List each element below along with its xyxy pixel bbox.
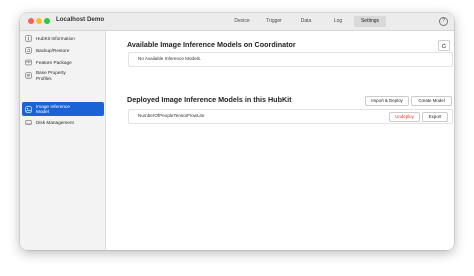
export-button[interactable]: Export [422,112,448,122]
sidebar-item-disk-management[interactable]: Disk Management [22,118,104,127]
refresh-button[interactable] [438,40,450,51]
tab-trigger[interactable]: Trigger [258,16,290,27]
available-models-title: Available Image Inference Models on Coor… [127,40,296,49]
undeploy-button[interactable]: Undeploy [389,112,420,122]
sidebar: HubKit Information Backup/Restore Featur… [20,31,106,250]
sidebar-item-base-property-profiles[interactable]: Base Property Profiles [22,69,104,82]
deployed-models-title: Deployed Image Inference Models in this … [127,95,292,104]
sidebar-item-hubkit-information[interactable]: HubKit Information [22,34,104,43]
tab-data[interactable]: Data [290,16,322,27]
disk-icon [25,120,32,125]
sidebar-item-label: Backup/Restore [36,48,70,53]
app-window: Localhost Demo Device Trigger Data Log S… [20,13,454,250]
create-model-button[interactable]: Create Model [411,96,452,106]
available-models-panel: No Available Inference Models. [128,52,453,67]
tab-bar: Device Trigger Data Log Settings [226,16,386,27]
tab-settings[interactable]: Settings [354,16,386,27]
sidebar-item-label: Feature Package [36,60,72,65]
info-icon [25,35,32,42]
sidebar-item-label: Disk Management [36,120,74,125]
minimize-window-button[interactable] [36,18,42,24]
sidebar-item-label: Image Inference Model [36,103,70,115]
refresh-icon [441,42,447,48]
import-deploy-button[interactable]: Import & Deploy [365,96,409,106]
close-window-button[interactable] [28,18,34,24]
sidebar-item-label: Base Property Profiles [36,70,66,81]
model-name: NumberOfPeopleTensorFlowLite [138,113,205,118]
profile-icon [25,72,32,79]
sidebar-item-label: HubKit Information [36,36,75,41]
main-content: Available Image Inference Models on Coor… [106,31,454,250]
backup-icon [25,47,32,54]
image-model-icon [25,105,32,113]
deployed-model-row: NumberOfPeopleTensorFlowLite Undeploy Ex… [128,109,453,124]
window-title: Localhost Demo [56,16,105,23]
tab-log[interactable]: Log [322,16,354,27]
package-icon [25,59,32,66]
sidebar-item-backup-restore[interactable]: Backup/Restore [22,46,104,55]
zoom-window-button[interactable] [44,18,50,24]
help-button[interactable]: ? [439,17,448,26]
sidebar-item-feature-package[interactable]: Feature Package [22,58,104,67]
title-bar: Localhost Demo Device Trigger Data Log S… [20,13,454,31]
empty-state-text: No Available Inference Models. [138,56,202,61]
tab-device[interactable]: Device [226,16,258,27]
sidebar-item-image-inference-model[interactable]: Image Inference Model [22,102,104,116]
